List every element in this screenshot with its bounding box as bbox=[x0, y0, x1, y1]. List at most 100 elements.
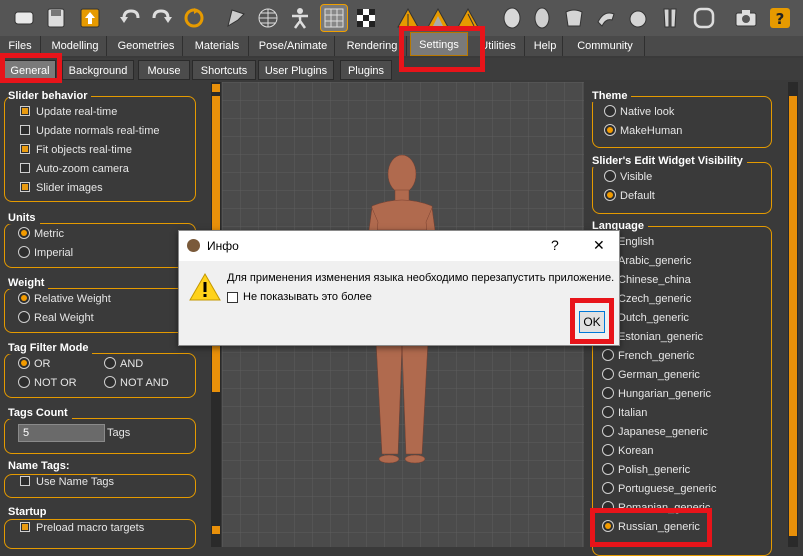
option-label: French_generic bbox=[618, 350, 695, 362]
subtab-general[interactable]: General bbox=[4, 60, 56, 80]
left-scroll-up-arrow[interactable] bbox=[212, 84, 220, 92]
tab-files[interactable]: Files bbox=[0, 36, 41, 56]
radio-button[interactable] bbox=[602, 501, 614, 513]
app-logo-icon bbox=[187, 239, 200, 252]
subtab-shortcuts[interactable]: Shortcuts bbox=[192, 60, 256, 80]
checkbox[interactable] bbox=[20, 106, 30, 116]
slider-widget-group bbox=[592, 162, 772, 214]
radio-button[interactable] bbox=[602, 520, 614, 532]
dont-show-checkbox[interactable] bbox=[227, 292, 238, 303]
option-label: Romanian_generic bbox=[618, 502, 711, 514]
tab-help[interactable]: Help bbox=[528, 36, 563, 56]
wireframe-icon[interactable] bbox=[254, 4, 282, 32]
radio-button[interactable] bbox=[18, 227, 30, 239]
units-title: Units bbox=[8, 212, 40, 224]
checker-icon[interactable] bbox=[352, 4, 380, 32]
option-label: Visible bbox=[620, 171, 653, 183]
tab-geometries[interactable]: Geometries bbox=[110, 36, 183, 56]
subtab-plugins[interactable]: Plugins bbox=[340, 60, 392, 80]
back-view-icon[interactable] bbox=[424, 4, 452, 32]
face-icon[interactable] bbox=[528, 4, 556, 32]
dialog-title: Инфо bbox=[207, 239, 239, 253]
radio-button[interactable] bbox=[604, 189, 616, 201]
help-icon[interactable]: ? bbox=[766, 4, 794, 32]
head-icon[interactable] bbox=[498, 4, 526, 32]
grid-icon[interactable] bbox=[320, 4, 348, 32]
left-scroll-down-arrow[interactable] bbox=[212, 526, 220, 534]
front-view-icon[interactable] bbox=[394, 4, 422, 32]
option-label: Auto-zoom camera bbox=[36, 163, 129, 175]
radio-button[interactable] bbox=[104, 376, 116, 388]
hand-icon[interactable] bbox=[624, 4, 652, 32]
radio-button[interactable] bbox=[604, 124, 616, 136]
arm-icon[interactable] bbox=[592, 4, 620, 32]
weight-title: Weight bbox=[8, 277, 49, 289]
checkbox[interactable] bbox=[20, 144, 30, 154]
tags-count-label: Tags bbox=[107, 427, 131, 439]
tab-materials[interactable]: Materials bbox=[186, 36, 249, 56]
radio-button[interactable] bbox=[604, 105, 616, 117]
svg-text:?: ? bbox=[776, 10, 785, 28]
new-icon[interactable] bbox=[10, 4, 38, 32]
save-icon[interactable] bbox=[42, 4, 70, 32]
option-label: AND bbox=[120, 358, 144, 370]
tab-modelling[interactable]: Modelling bbox=[44, 36, 107, 56]
info-dialog: Инфо ? ✕ Для применения изменения языка … bbox=[178, 230, 620, 346]
radio-button[interactable] bbox=[602, 463, 614, 475]
toolbar: ? bbox=[0, 0, 803, 37]
checkbox[interactable] bbox=[20, 522, 30, 532]
radio-button[interactable] bbox=[18, 311, 30, 323]
legs-icon[interactable] bbox=[656, 4, 684, 32]
startup-title: Startup bbox=[8, 506, 51, 518]
radio-button[interactable] bbox=[604, 170, 616, 182]
subtab-background[interactable]: Background bbox=[62, 60, 134, 80]
option-label: Portuguese_generic bbox=[618, 483, 717, 495]
tag-filter-title: Tag Filter Mode bbox=[8, 342, 93, 354]
radio-button[interactable] bbox=[18, 292, 30, 304]
radio-button[interactable] bbox=[602, 425, 614, 437]
ok-button[interactable]: OK bbox=[579, 311, 605, 333]
dialog-body: Для применения изменения языка необходим… bbox=[179, 261, 619, 345]
tab-utilities[interactable]: Utilities bbox=[472, 36, 525, 56]
torso-icon[interactable] bbox=[560, 4, 588, 32]
radio-button[interactable] bbox=[18, 357, 30, 369]
side-view-icon[interactable] bbox=[454, 4, 482, 32]
export-icon[interactable] bbox=[76, 4, 104, 32]
option-label: Imperial bbox=[34, 247, 74, 259]
checkbox[interactable] bbox=[20, 182, 30, 192]
radio-button[interactable] bbox=[602, 349, 614, 361]
reset-icon[interactable] bbox=[180, 4, 208, 32]
tab-rendering[interactable]: Rendering bbox=[338, 36, 407, 56]
radio-button[interactable] bbox=[602, 387, 614, 399]
slider-widget-title: Slider's Edit Widget Visibility bbox=[592, 155, 747, 167]
tab-settings[interactable]: Settings bbox=[410, 32, 468, 56]
tags-count-input[interactable]: 5 bbox=[23, 427, 29, 439]
radio-button[interactable] bbox=[18, 376, 30, 388]
smooth-icon[interactable] bbox=[222, 4, 250, 32]
radio-button[interactable] bbox=[602, 368, 614, 380]
redo-icon[interactable] bbox=[148, 4, 176, 32]
radio-button[interactable] bbox=[602, 482, 614, 494]
radio-button[interactable] bbox=[602, 444, 614, 456]
subtab-mouse[interactable]: Mouse bbox=[138, 60, 190, 80]
tab-community[interactable]: Community bbox=[566, 36, 645, 56]
checkbox[interactable] bbox=[20, 163, 30, 173]
subtab-user-plugins[interactable]: User Plugins bbox=[258, 60, 334, 80]
radio-button[interactable] bbox=[104, 357, 116, 369]
option-label: Metric bbox=[34, 228, 64, 240]
checkbox[interactable] bbox=[20, 476, 30, 486]
tab-pose-animate[interactable]: Pose/Animate bbox=[252, 36, 335, 56]
option-label: German_generic bbox=[618, 369, 700, 381]
screenshot-icon[interactable] bbox=[732, 4, 760, 32]
main-tab-bar: Files Modelling Geometries Materials Pose/An… bbox=[0, 32, 803, 56]
pose-icon[interactable] bbox=[286, 4, 314, 32]
checkbox[interactable] bbox=[20, 125, 30, 135]
feet-icon[interactable] bbox=[690, 4, 718, 32]
option-label: Arabic_generic bbox=[618, 255, 692, 267]
undo-icon[interactable] bbox=[116, 4, 144, 32]
close-button[interactable]: ✕ bbox=[593, 237, 605, 254]
help-button[interactable]: ? bbox=[551, 237, 559, 253]
radio-button[interactable] bbox=[602, 406, 614, 418]
right-scroll-thumb[interactable] bbox=[789, 96, 797, 536]
radio-button[interactable] bbox=[18, 246, 30, 258]
